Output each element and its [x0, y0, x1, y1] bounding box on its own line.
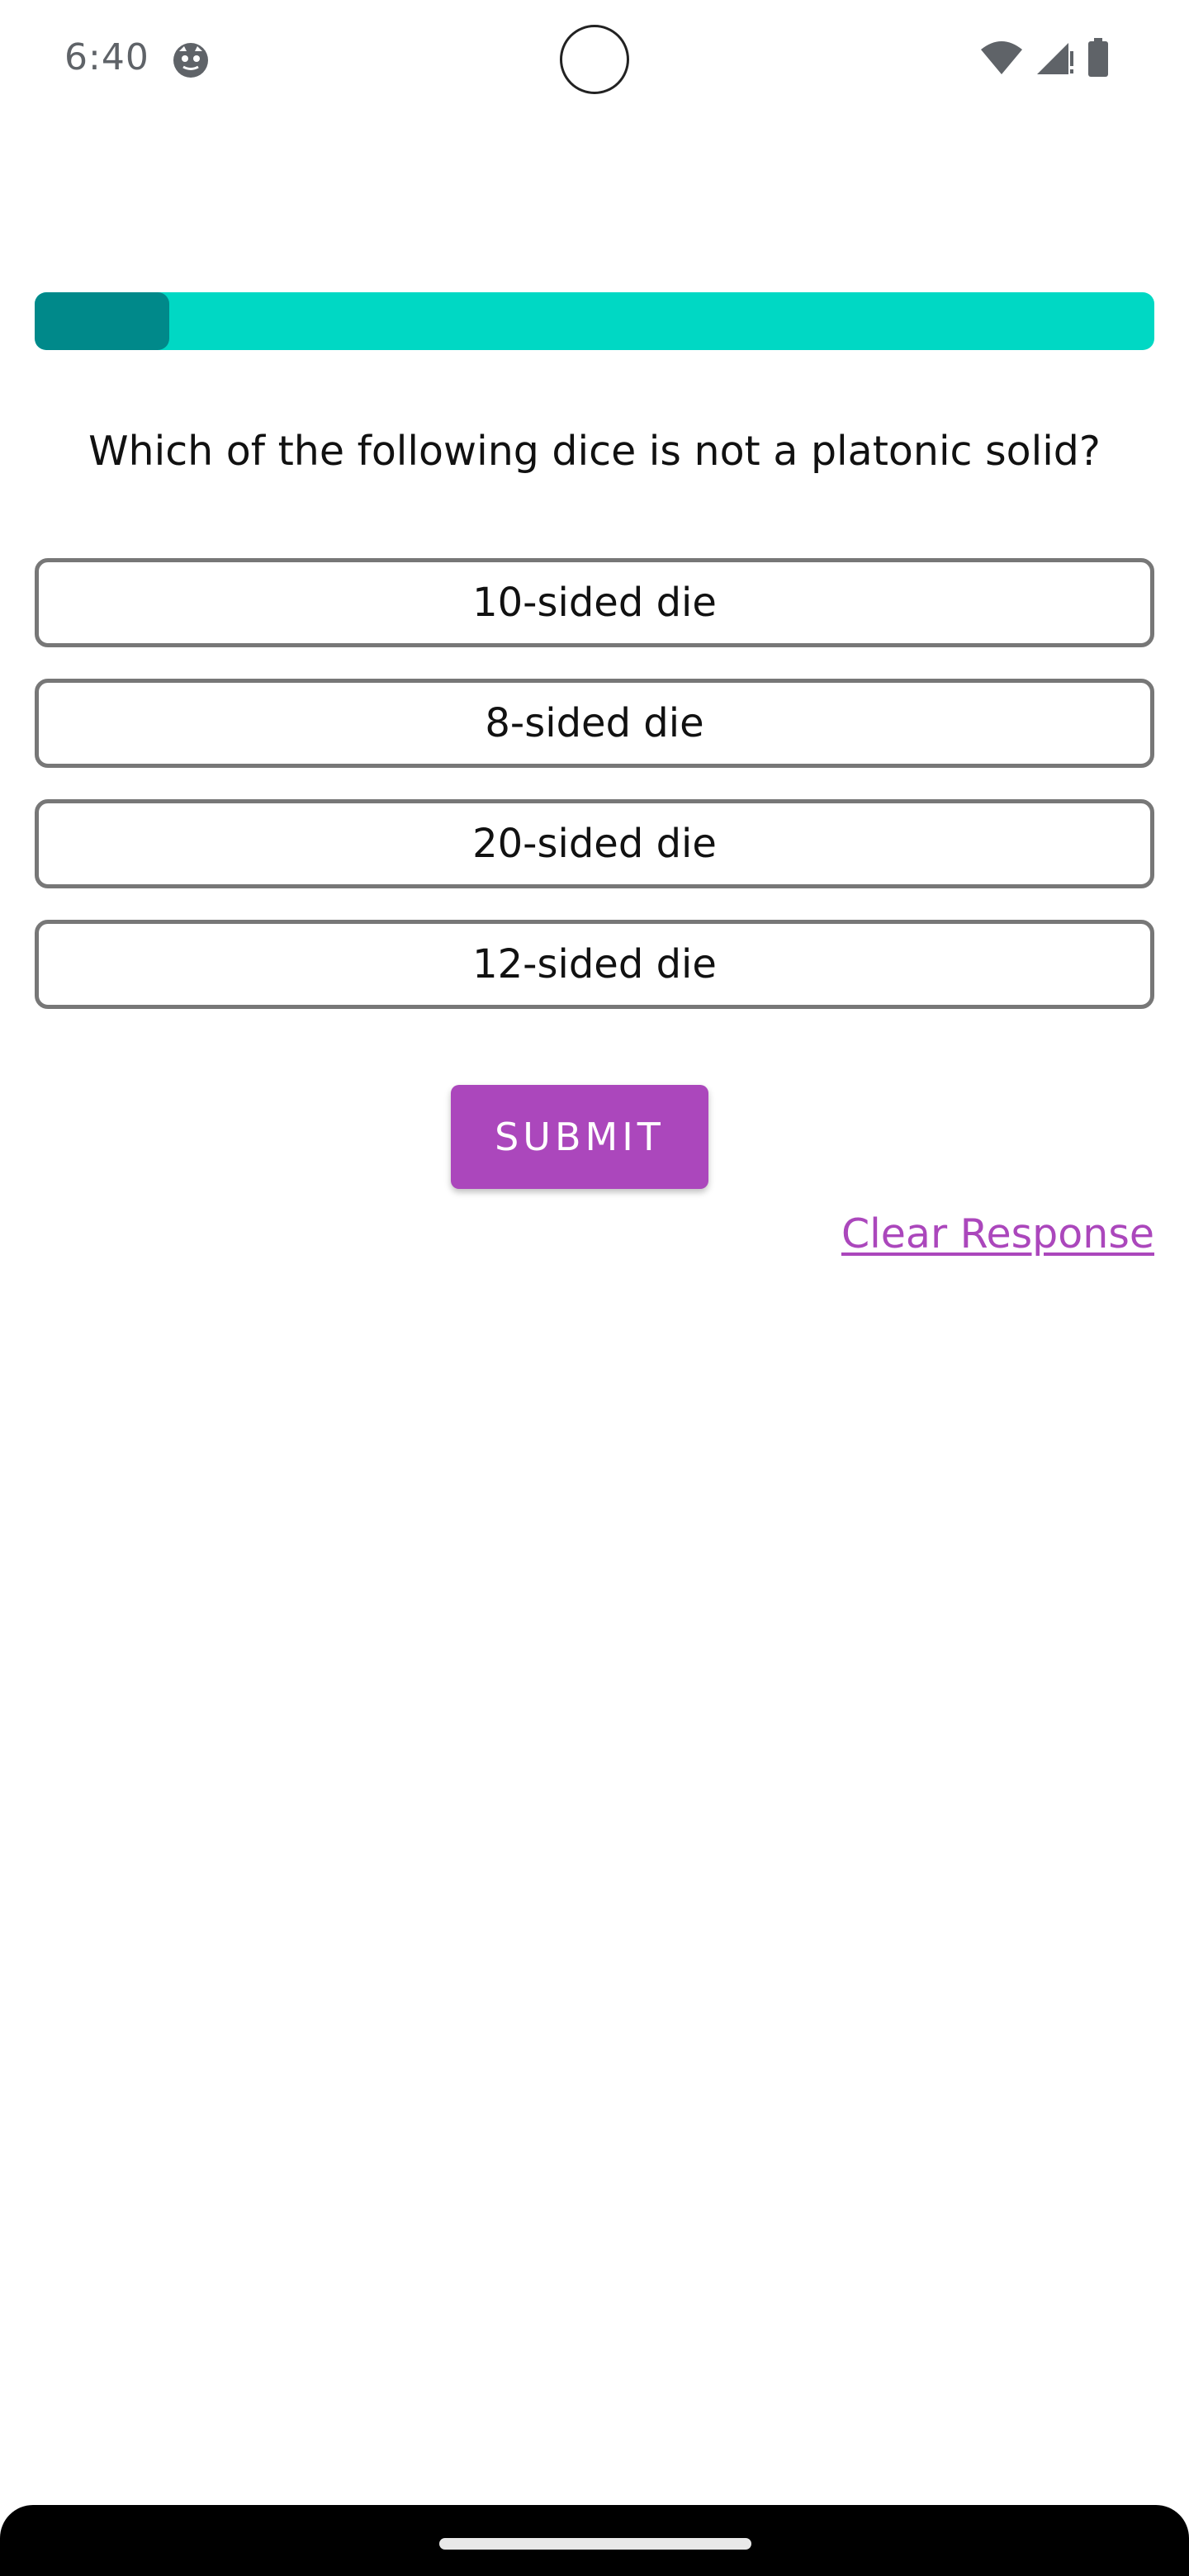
option-8-sided-die[interactable]: 8-sided die [35, 679, 1154, 768]
option-20-sided-die[interactable]: 20-sided die [35, 799, 1154, 888]
quiz-screen: 6:40 Which of the following dice is not … [0, 0, 1189, 2576]
clear-response-link[interactable]: Clear Response [841, 1210, 1154, 1257]
status-time: 6:40 [64, 36, 149, 78]
option-10-sided-die[interactable]: 10-sided die [35, 558, 1154, 647]
submit-button[interactable]: SUBMIT [451, 1085, 708, 1189]
question-text: Which of the following dice is not a pla… [88, 428, 1101, 475]
quiz-progress-fill [35, 292, 169, 350]
quiz-progress-bar [35, 292, 1154, 350]
home-gesture-handle[interactable] [439, 2538, 751, 2550]
navigation-bar [0, 2505, 1189, 2576]
answer-options: 10-sided die 8-sided die 20-sided die 12… [35, 558, 1154, 1040]
status-bar: 6:40 [0, 0, 1189, 119]
battery-icon [1087, 38, 1110, 81]
wifi-icon [979, 40, 1024, 79]
signal-icon [1035, 40, 1075, 79]
option-12-sided-die[interactable]: 12-sided die [35, 920, 1154, 1009]
status-icons [979, 38, 1110, 81]
camera-cutout [560, 25, 629, 94]
notification-face-icon [172, 41, 210, 79]
